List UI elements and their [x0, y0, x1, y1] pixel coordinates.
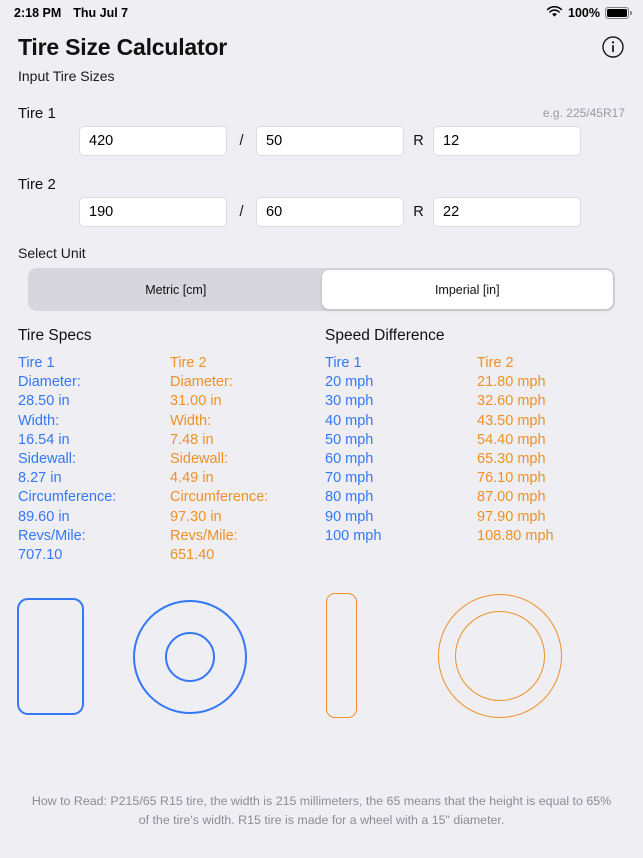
status-date: Thu Jul 7 — [73, 6, 129, 20]
tire2-rim-input[interactable] — [433, 197, 581, 227]
tire1-rim-prefix: R — [413, 133, 424, 149]
unit-option-imperial[interactable]: Imperial [in] — [321, 270, 613, 309]
wifi-icon — [546, 5, 563, 21]
tire1-rim-input[interactable] — [433, 126, 581, 156]
status-time: 2:18 PM — [14, 6, 62, 20]
tire1-wheel-inner-diagram — [165, 632, 215, 682]
speed-difference-heading: Speed Difference — [325, 327, 445, 344]
tire-diagrams — [0, 580, 643, 735]
tire1-ratio-input[interactable] — [256, 126, 404, 156]
how-to-read-footer: How to Read: P215/65 R15 tire, the width… — [31, 794, 612, 827]
tire2-sidewall-diagram — [326, 593, 357, 718]
tire2-rim-prefix: R — [413, 204, 424, 220]
tire1-row-header: Tire 1 e.g. 225/45R17 — [0, 100, 643, 126]
tire1-width-input[interactable] — [79, 126, 227, 156]
tire2-wheel-inner-diagram — [455, 611, 545, 701]
unit-option-metric[interactable]: Metric [cm] — [30, 270, 322, 309]
tire1-sidewall-diagram — [17, 598, 84, 715]
tire2-width-input[interactable] — [79, 197, 227, 227]
tire-specs-tire1-column: Tire 1 Diameter: 28.50 in Width: 16.54 i… — [18, 355, 117, 564]
tire-specs-heading: Tire Specs — [18, 327, 92, 344]
tire1-input-row: Tire 1 e.g. 225/45R17 / R — [0, 100, 643, 156]
speed-difference-tire2-column: Tire 2 21.80 mph 32.60 mph 43.50 mph 54.… — [477, 355, 554, 544]
status-bar-right: 100% — [546, 5, 632, 21]
tire2-ratio-input[interactable] — [256, 197, 404, 227]
tire2-fields: / R — [0, 197, 643, 227]
info-circle-icon[interactable] — [601, 35, 625, 59]
battery-icon — [605, 7, 632, 19]
app-header: Tire Size Calculator — [0, 28, 643, 66]
tire1-fields: / R — [0, 126, 643, 156]
tire2-label: Tire 2 — [18, 175, 56, 193]
tire-specs-tire2-column: Tire 2 Diameter: 31.00 in Width: 7.48 in… — [170, 355, 269, 564]
battery-percent: 100% — [568, 6, 600, 20]
page-title: Tire Size Calculator — [18, 33, 228, 60]
tire1-separator: / — [239, 133, 244, 149]
tire1-format-hint: e.g. 225/45R17 — [542, 106, 625, 120]
input-tire-sizes-label: Input Tire Sizes — [18, 68, 115, 84]
status-bar: 2:18 PM Thu Jul 7 100% — [0, 0, 643, 26]
speed-difference-tire1-column: Tire 1 20 mph 30 mph 40 mph 50 mph 60 mp… — [325, 355, 382, 544]
tire-size-calculator-app: 2:18 PM Thu Jul 7 100% Tire Size Calcula… — [0, 0, 643, 858]
tire2-separator: / — [239, 204, 244, 220]
unit-segmented-control[interactable]: Metric [cm] Imperial [in] — [28, 268, 615, 311]
tire2-input-row: Tire 2 / R — [0, 171, 643, 227]
select-unit-label: Select Unit — [18, 245, 86, 261]
tire1-label: Tire 1 — [18, 104, 56, 122]
tire2-row-header: Tire 2 — [0, 171, 643, 197]
status-bar-left: 2:18 PM Thu Jul 7 — [14, 6, 128, 20]
